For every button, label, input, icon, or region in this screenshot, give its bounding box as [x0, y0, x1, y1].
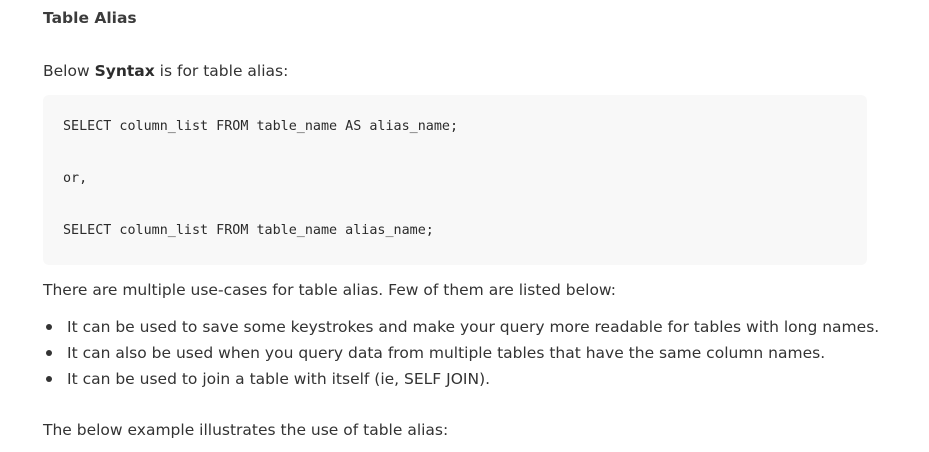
list-item: It can be used to join a table with itse…: [43, 368, 879, 394]
list-item: It can also be used when you query data …: [43, 342, 879, 368]
code-line: SELECT column_list FROM table_name AS al…: [63, 119, 459, 134]
list-item: It can be used to save some keystrokes a…: [43, 316, 879, 342]
list-item-text: It can be used to save some keystrokes a…: [67, 318, 880, 336]
code-line: SELECT column_list FROM table_name alias…: [63, 223, 434, 238]
list-item-text: It can be used to join a table with itse…: [67, 370, 491, 388]
syntax-intro-suffix: is for table alias:: [154, 62, 289, 80]
section-heading: Table Alias: [43, 9, 137, 27]
code-line: or,: [63, 171, 88, 186]
syntax-intro-emphasis: Syntax: [94, 62, 155, 80]
list-item-text: It can also be used when you query data …: [67, 344, 826, 362]
syntax-intro-prefix: Below: [43, 62, 95, 80]
bullet-icon: [46, 376, 52, 382]
bullet-icon: [46, 324, 52, 330]
usecases-list: It can be used to save some keystrokes a…: [43, 316, 879, 394]
code-block: SELECT column_list FROM table_name AS al…: [43, 95, 867, 265]
example-intro: The below example illustrates the use of…: [43, 421, 449, 439]
usecases-intro: There are multiple use-cases for table a…: [43, 281, 616, 299]
syntax-intro: Below Syntax is for table alias:: [43, 62, 288, 80]
bullet-icon: [46, 350, 52, 356]
